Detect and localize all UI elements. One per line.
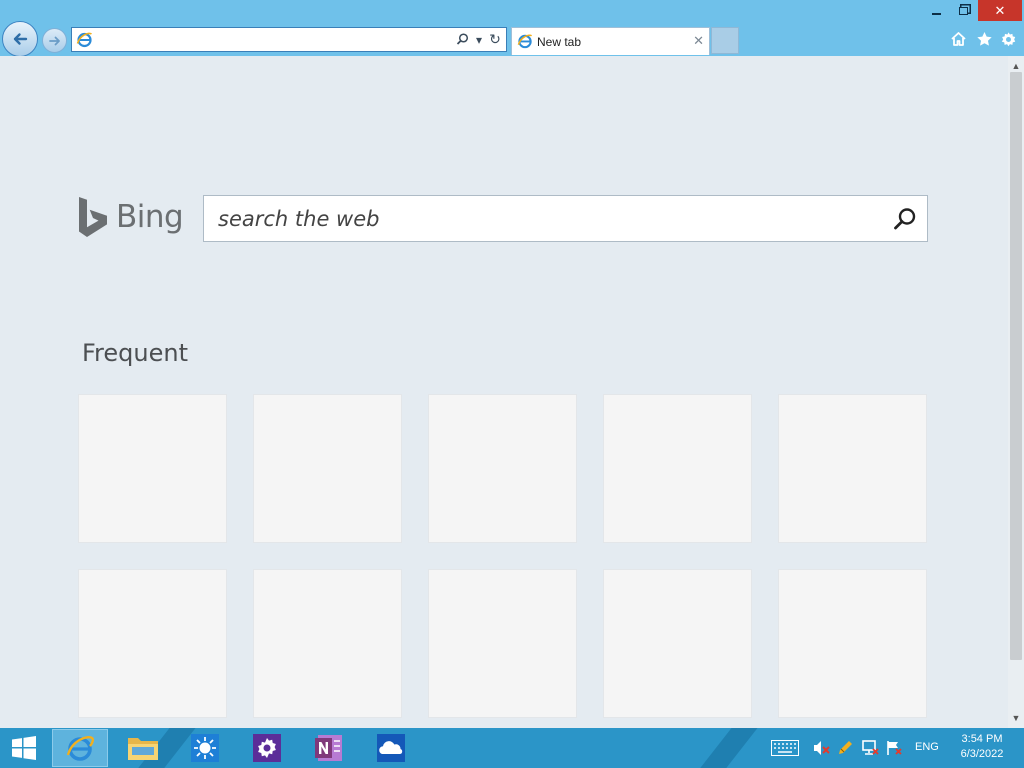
taskbar-internet-explorer[interactable]	[52, 729, 108, 767]
system-clock[interactable]: 3:54 PM 6/3/2022	[950, 732, 1014, 762]
close-button[interactable]: ✕	[978, 0, 1022, 21]
star-icon	[976, 32, 992, 46]
address-input[interactable]	[96, 30, 456, 49]
settings-button[interactable]	[998, 30, 1018, 48]
new-tab-button[interactable]	[711, 27, 739, 54]
search-submit-button[interactable]	[891, 205, 919, 233]
frequent-tile[interactable]	[78, 394, 227, 543]
ie-page-icon	[76, 32, 92, 48]
taskbar: ENG 3:54 PM 6/3/2022	[0, 728, 1024, 768]
minimize-button[interactable]	[922, 0, 950, 21]
onedrive-cloud-icon	[377, 734, 405, 762]
bing-search-box[interactable]	[203, 195, 928, 242]
settings-gear-icon	[253, 734, 281, 762]
start-button[interactable]	[0, 729, 48, 767]
touch-keyboard-icon	[771, 740, 799, 756]
frequent-tile[interactable]	[253, 569, 402, 718]
favorites-button[interactable]	[974, 30, 994, 48]
folder-icon	[128, 738, 158, 760]
tray-touch-keyboard[interactable]	[770, 739, 800, 757]
frequent-tile[interactable]	[78, 569, 227, 718]
vertical-scrollbar[interactable]: ▲ ▼	[1008, 56, 1024, 728]
bing-logo[interactable]: Bing	[78, 196, 184, 238]
frequent-tile[interactable]	[778, 569, 927, 718]
search-icon	[456, 33, 468, 45]
close-icon: ✕	[994, 2, 1006, 18]
minimize-icon	[931, 12, 941, 15]
taskbar-onenote[interactable]	[301, 729, 357, 767]
input-language[interactable]: ENG	[915, 741, 939, 753]
pen-icon	[839, 741, 852, 754]
internet-explorer-icon	[66, 736, 95, 761]
scroll-thumb[interactable]	[1010, 72, 1022, 660]
back-arrow-icon	[13, 33, 28, 45]
gear-icon	[1001, 31, 1015, 46]
frequent-heading: Frequent	[82, 339, 188, 367]
tray-volume[interactable]	[812, 739, 832, 757]
windows-logo-icon	[12, 736, 36, 760]
frequent-tile[interactable]	[603, 569, 752, 718]
refresh-button[interactable]: ↻	[487, 31, 503, 48]
taskbar-settings[interactable]	[239, 729, 295, 767]
tab-close-button[interactable]: ✕	[693, 33, 704, 49]
taskbar-file-explorer[interactable]	[115, 729, 171, 767]
frequent-tile[interactable]	[428, 394, 577, 543]
home-icon	[950, 32, 966, 46]
ie-tab-icon	[517, 34, 533, 49]
address-search-button[interactable]	[454, 31, 470, 48]
new-tab-page: Bing Frequent	[0, 56, 1008, 728]
forward-arrow-icon	[48, 36, 60, 45]
network-icon	[862, 740, 879, 755]
tray-action-center[interactable]	[884, 739, 904, 757]
frequent-tile[interactable]	[603, 394, 752, 543]
clock-time: 3:54 PM	[961, 733, 1003, 745]
taskbar-weather[interactable]	[177, 729, 233, 767]
forward-button[interactable]	[42, 28, 67, 53]
address-dropdown-button[interactable]: ▾	[471, 31, 487, 48]
web-search-input[interactable]	[218, 204, 878, 234]
tab-label: New tab	[537, 35, 582, 49]
bing-wordmark: Bing	[116, 199, 184, 235]
onenote-icon	[315, 735, 342, 761]
browser-toolbar: ✕ ▾ ↻ New tab ✕	[0, 0, 1024, 57]
tab-new-tab[interactable]: New tab ✕	[511, 27, 710, 55]
address-bar[interactable]: ▾ ↻	[71, 27, 507, 52]
tray-network[interactable]	[860, 739, 880, 757]
taskbar-decoration	[684, 728, 766, 768]
search-icon	[894, 208, 916, 230]
tray-pen[interactable]	[836, 739, 856, 757]
back-button[interactable]	[2, 21, 38, 57]
clock-date: 6/3/2022	[960, 748, 1004, 760]
taskbar-onedrive[interactable]	[363, 729, 419, 767]
frequent-tile[interactable]	[778, 394, 927, 543]
frequent-tile[interactable]	[428, 569, 577, 718]
restore-icon	[958, 6, 968, 15]
weather-sun-icon	[191, 734, 219, 762]
action-center-icon	[887, 741, 902, 755]
bing-b-icon	[79, 197, 107, 237]
frequent-tile[interactable]	[253, 394, 402, 543]
volume-muted-icon	[814, 741, 830, 755]
scroll-down-button[interactable]: ▼	[1008, 710, 1024, 726]
restore-button[interactable]	[950, 0, 976, 21]
home-button[interactable]	[948, 30, 968, 48]
